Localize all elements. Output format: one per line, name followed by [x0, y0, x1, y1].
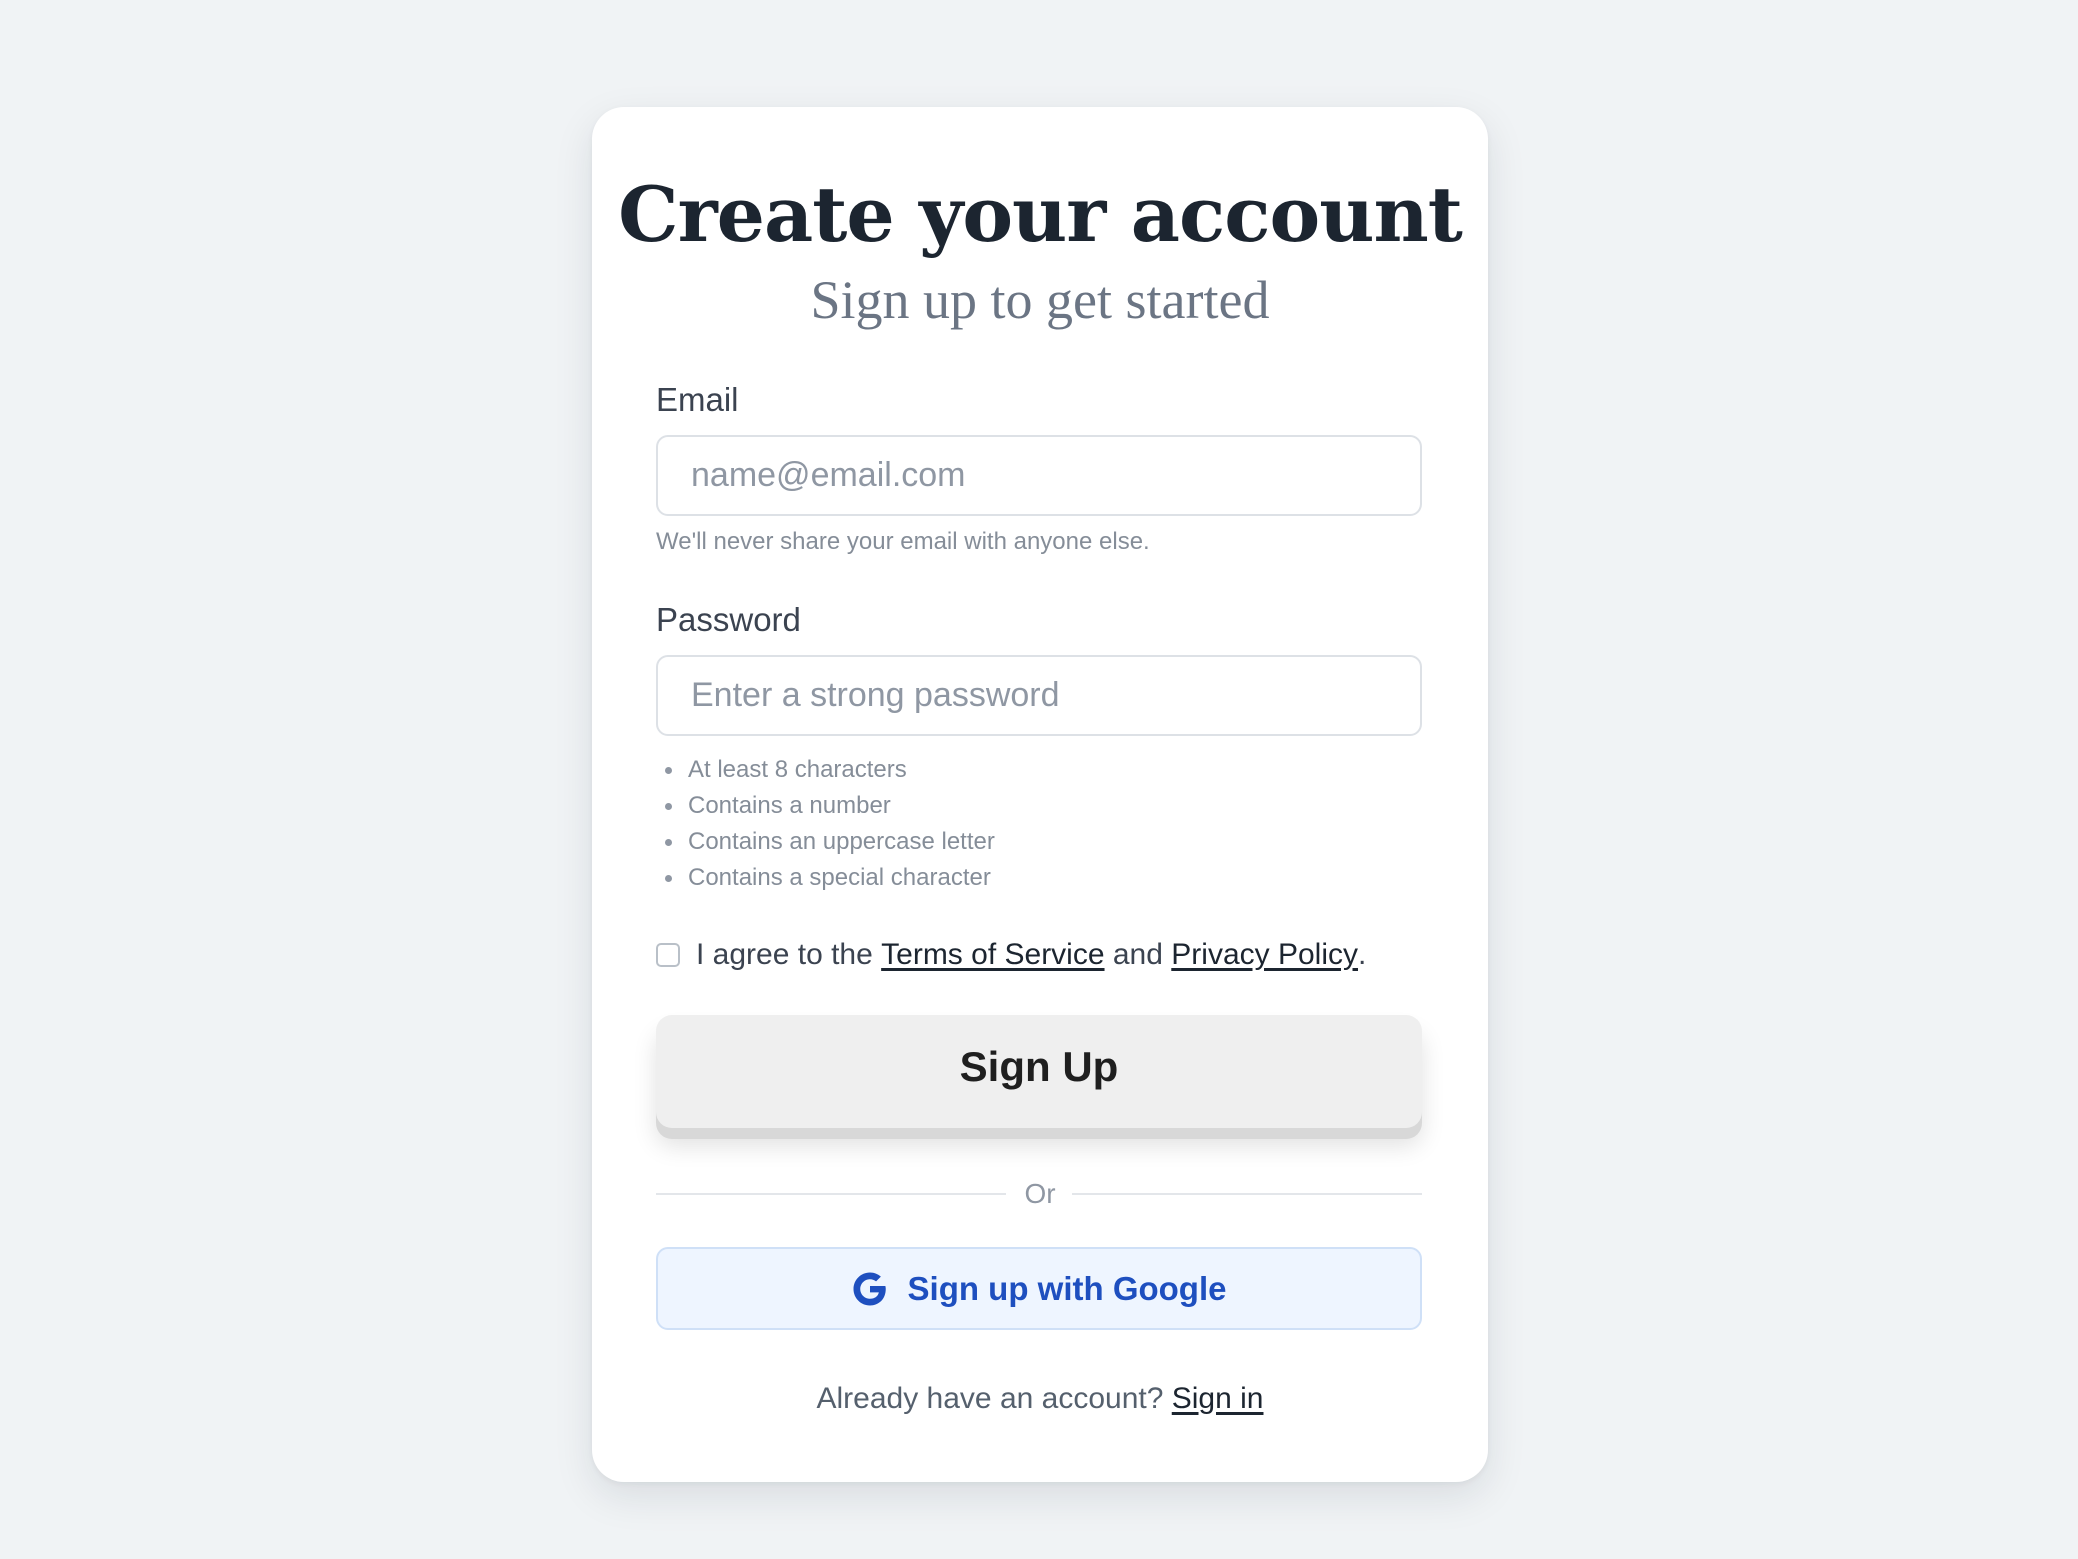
google-button-label: Sign up with Google — [907, 1269, 1227, 1307]
agreement-conjunction: and — [1112, 938, 1163, 971]
agreement-suffix: . — [1358, 938, 1367, 971]
page-title: Create your account — [618, 170, 1463, 259]
email-hint: We'll never share your email with anyone… — [656, 528, 1150, 555]
privacy-policy-link[interactable]: Privacy Policy — [1171, 938, 1358, 972]
password-requirements: At least 8 characters Contains a number … — [656, 752, 995, 896]
sign-in-link[interactable]: Sign in — [1172, 1382, 1264, 1415]
google-g-icon — [853, 1272, 886, 1305]
divider-line-right — [1072, 1193, 1422, 1195]
bullet-icon — [665, 767, 672, 774]
sign-in-prompt-text: Already have an account? — [816, 1382, 1164, 1415]
requirement-item: Contains a number — [656, 788, 995, 824]
bullet-icon — [665, 839, 672, 846]
divider-label: Or — [1024, 1178, 1056, 1209]
requirement-item: Contains an uppercase letter — [656, 824, 995, 860]
divider-line-left — [656, 1193, 1006, 1195]
page-subtitle: Sign up to get started — [810, 270, 1270, 330]
email-input[interactable] — [656, 435, 1422, 516]
password-input[interactable] — [656, 655, 1422, 736]
terms-checkbox[interactable] — [656, 943, 680, 967]
terms-of-service-link[interactable]: Terms of Service — [881, 938, 1104, 972]
bullet-icon — [665, 875, 672, 882]
requirement-item: At least 8 characters — [656, 752, 995, 788]
requirement-item: Contains a special character — [656, 860, 995, 896]
sign-in-prompt: Already have an account? Sign in — [592, 1379, 1488, 1419]
google-sign-up-button[interactable]: Sign up with Google — [656, 1247, 1422, 1330]
bullet-icon — [665, 803, 672, 810]
sign-up-button[interactable]: Sign Up — [656, 1015, 1422, 1128]
password-label: Password — [656, 601, 801, 638]
agreement-prefix: I agree to the — [696, 938, 873, 971]
terms-agreement: I agree to the Terms of Service and Priv… — [656, 935, 1366, 975]
email-label: Email — [656, 381, 739, 418]
